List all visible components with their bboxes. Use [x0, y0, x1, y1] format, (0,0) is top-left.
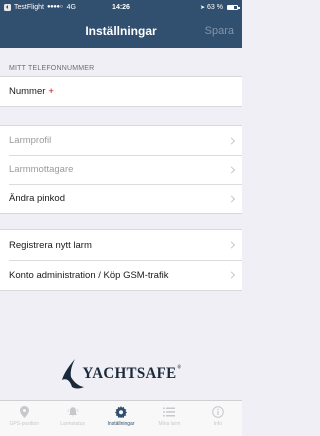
battery-percent: 63 %: [207, 3, 223, 11]
tab-gps-position[interactable]: GPS-position: [0, 401, 48, 436]
signal-strength: ●●●●○: [46, 4, 63, 10]
info-icon: [212, 405, 224, 418]
account-admin-label: Konto administration / Köp GSM-trafik: [9, 269, 169, 281]
account-admin-row[interactable]: Konto administration / Köp GSM-trafik: [0, 260, 242, 290]
settings-row-label: Larmprofil: [9, 135, 52, 146]
carrier-name: TestFlight: [14, 3, 44, 11]
status-right: ➤ 63 %: [200, 3, 240, 11]
tab-label: Inställningar: [107, 421, 135, 427]
chevron-right-icon: [227, 194, 236, 203]
chevron-right-icon: [227, 165, 236, 174]
chevron-right-icon: [227, 241, 236, 249]
required-mark: +: [48, 86, 54, 97]
phone-number-label: Nummer: [9, 86, 46, 97]
register-alarm-row[interactable]: Registrera nytt larm: [0, 230, 242, 260]
trademark-mark: ®: [177, 365, 182, 371]
tab-label: Info: [213, 421, 222, 427]
tab-label: Mina larm: [158, 421, 181, 427]
logo-wordmark: YACHTSAFE®: [83, 365, 182, 383]
account-group: Registrera nytt larm Konto administratio…: [0, 229, 242, 291]
location-pin-icon: [18, 405, 30, 418]
register-alarm-label: Registrera nytt larm: [9, 239, 92, 251]
sail-mark-icon: [61, 359, 84, 389]
section-header-phone: MITT TELEFONNUMMER: [9, 65, 95, 72]
phone-group: Nummer +: [0, 76, 242, 107]
phone-number-row[interactable]: Nummer +: [0, 77, 242, 106]
alarm-bell-icon: [67, 405, 79, 418]
settings-row-change-pin[interactable]: Ändra pinkod: [0, 184, 242, 213]
tab-label: Larmstatus: [60, 421, 85, 427]
back-to-app-icon[interactable]: [4, 3, 11, 11]
app-screen: TestFlight ●●●●○ 4G 14:26 ➤ 63 % Inställ…: [0, 0, 242, 436]
status-bar: TestFlight ●●●●○ 4G 14:26 ➤ 63 %: [0, 0, 242, 14]
location-arrow-icon: ➤: [200, 4, 206, 11]
tab-alarm-status[interactable]: Larmstatus: [48, 401, 96, 436]
chevron-right-icon: [227, 136, 236, 145]
network-type: 4G: [66, 3, 76, 11]
settings-row-label: Larmmottagare: [9, 164, 74, 175]
tab-settings[interactable]: Inställningar: [97, 401, 145, 436]
settings-row-label: Ändra pinkod: [9, 193, 65, 204]
gear-icon: [115, 405, 128, 418]
tab-my-alarms[interactable]: Mina larm: [145, 401, 193, 436]
navigation-bar: Inställningar Spara: [0, 14, 242, 48]
list-icon: [163, 405, 176, 418]
settings-row-larmmottagare[interactable]: Larmmottagare: [0, 155, 242, 184]
tab-label: GPS-position: [9, 421, 39, 427]
yachtsafe-logo: YACHTSAFE®: [0, 355, 242, 393]
chevron-right-icon: [227, 271, 236, 279]
tab-bar: GPS-position Larmstatus Inställningar Mi…: [0, 400, 242, 436]
settings-row-larmprofil[interactable]: Larmprofil: [0, 126, 242, 155]
tab-info[interactable]: Info: [194, 401, 242, 436]
save-button[interactable]: Spara: [205, 14, 234, 48]
battery-icon: [227, 4, 240, 10]
settings-group: Larmprofil Larmmottagare Ändra pinkod: [0, 125, 242, 214]
logo-text: YACHTSAFE: [82, 365, 177, 382]
